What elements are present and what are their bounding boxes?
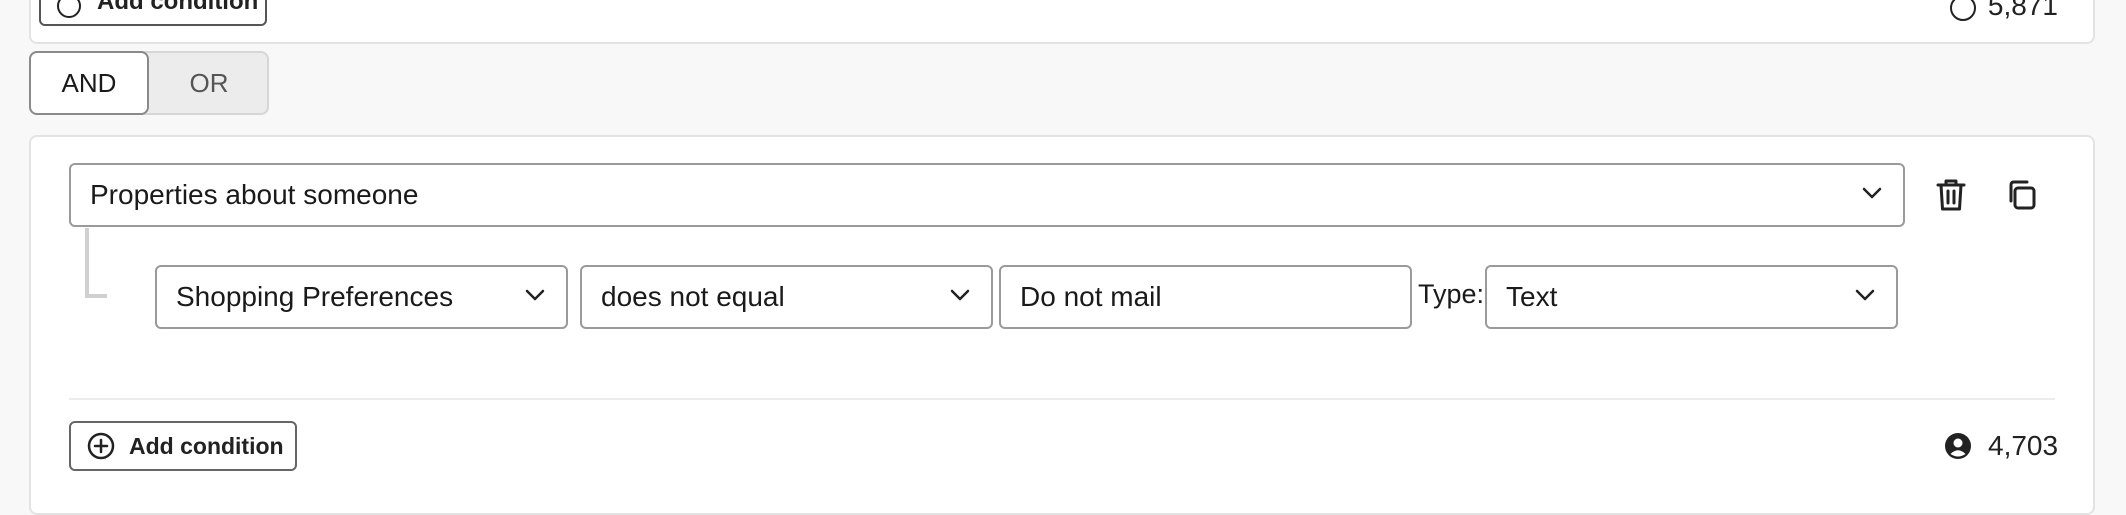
previous-add-condition-label: Add condition bbox=[97, 0, 259, 15]
value-input[interactable]: Do not mail bbox=[999, 265, 1412, 329]
chevron-down-icon bbox=[525, 289, 545, 301]
condition-category-value: Properties about someone bbox=[90, 179, 419, 210]
toggle-and-button[interactable]: AND bbox=[29, 51, 149, 115]
duplicate-condition-button[interactable] bbox=[2000, 173, 2044, 217]
type-label: Type: bbox=[1418, 279, 1485, 309]
plus-circle-icon bbox=[57, 0, 81, 18]
chevron-down-icon bbox=[1855, 289, 1875, 301]
tree-connector bbox=[85, 228, 107, 298]
group-count-value: 4,703 bbox=[1988, 430, 2059, 461]
copy-icon bbox=[2009, 180, 2036, 210]
chevron-down-icon bbox=[1862, 187, 1882, 199]
previous-group-count-value: 5,871 bbox=[1987, 0, 2058, 21]
toggle-or-button[interactable]: OR bbox=[149, 51, 269, 115]
add-condition-button[interactable]: Add condition bbox=[69, 421, 297, 471]
property-select-value: Shopping Preferences bbox=[176, 281, 454, 312]
plus-circle-icon bbox=[87, 432, 115, 460]
trash-icon bbox=[1936, 179, 1966, 211]
previous-group-count: 5,871 bbox=[1949, 0, 2058, 22]
card-divider bbox=[69, 398, 2055, 400]
delete-condition-button[interactable] bbox=[1929, 173, 1973, 217]
operator-select[interactable]: does not equal bbox=[580, 265, 993, 329]
property-select[interactable]: Shopping Preferences bbox=[155, 265, 568, 329]
type-select[interactable]: Text bbox=[1485, 265, 1898, 329]
chevron-down-icon bbox=[950, 289, 970, 301]
add-condition-label: Add condition bbox=[129, 432, 284, 459]
person-icon bbox=[1945, 433, 1971, 459]
type-select-value: Text bbox=[1506, 281, 1558, 312]
person-icon bbox=[1949, 0, 1976, 21]
operator-select-value: does not equal bbox=[601, 281, 785, 312]
group-count: 4,703 bbox=[1944, 428, 2058, 464]
previous-condition-group bbox=[29, 0, 2095, 44]
condition-category-select[interactable]: Properties about someone bbox=[69, 163, 1905, 227]
value-input-text: Do not mail bbox=[1020, 281, 1162, 312]
previous-add-condition-button[interactable]: Add condition bbox=[39, 0, 267, 26]
